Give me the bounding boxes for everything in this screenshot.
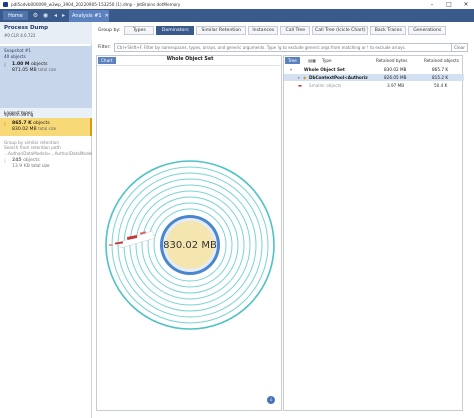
objects-set-icon: ⁞ [4, 62, 6, 69]
tab-close-icon[interactable]: ✕ [105, 13, 109, 19]
all-objects-metric[interactable]: ⁞ 1.00 M objects 871.05 MB total size [4, 62, 56, 73]
row-type: Whole Object Set [304, 67, 345, 72]
filter-input[interactable] [113, 42, 452, 52]
info-icon[interactable]: i [267, 396, 275, 404]
retention-group-text[interactable]: Group by similar retention Search from r… [4, 140, 95, 156]
objects-set-icon: ⁞ [4, 121, 6, 128]
snapshot-icon[interactable]: ◉ [41, 11, 50, 20]
home-button[interactable]: Home [3, 11, 28, 20]
small-segment-4[interactable] [109, 244, 113, 246]
dotmemory-app-icon [3, 2, 8, 7]
group-line-3: ...AuthoriDataModels»...AuthoriDataModel… [4, 150, 95, 156]
tree-header: ▤▦ Type Retained bytes Retained objects [284, 57, 464, 64]
tab-dominators[interactable]: Dominators [156, 25, 195, 35]
column-type-header[interactable]: Type [322, 58, 332, 63]
row-bytes: 3.97 MB [387, 83, 405, 88]
snapshot-subtitle: 40 objects [4, 54, 26, 59]
group-by-bar: Group by: Types Dominators Similar Reten… [98, 25, 448, 35]
top-toolbar: Home ⚙ ◉ ◂ ▸ Analysis #1 ✕ [0, 9, 474, 22]
process-dump-subtitle: #0 CLR 4.0.722 [4, 33, 36, 38]
tab-back-traces[interactable]: Back Traces [370, 25, 407, 35]
settings-gear-icon[interactable]: ⚙ [31, 11, 40, 20]
process-dump-header[interactable]: Process Dump #0 CLR 4.0.722 [0, 22, 92, 44]
m1-size: 871.05 MB [12, 68, 37, 73]
row-type: DbContextPool<Authoriz [309, 75, 368, 80]
largest-types-value: System.String [4, 112, 34, 117]
tab-similar-retention[interactable]: Similar Retention [196, 25, 247, 35]
smaller-objects-icon: ▬ [298, 83, 302, 88]
filter-bar: Filter: Clear [98, 42, 468, 52]
tab-generations[interactable]: Generations [408, 25, 447, 35]
m3-size-unit: total size [31, 163, 50, 168]
tab-analysis-label: Analysis #1 [72, 13, 102, 19]
main-content: Group by: Types Dominators Similar Reten… [92, 22, 474, 418]
column-retained-objects-header[interactable]: Retained objects [424, 58, 459, 63]
maximize-button[interactable]: □ [441, 0, 457, 9]
header-sort-icons[interactable]: ▤▦ [308, 58, 316, 63]
filter-label: Filter: [98, 44, 111, 50]
sunburst-chart-panel: Chart Whole Object Set 830.02 MB i [96, 55, 283, 411]
center-value-label: 830.02 MB [163, 240, 217, 251]
class-icon: ◆ [303, 75, 307, 80]
row-objects: 50.4 K [434, 83, 448, 88]
row-bytes: 830.02 MB [384, 67, 407, 72]
expand-chevron-icon[interactable]: ▾ [290, 67, 292, 72]
tab-call-tree-icicle[interactable]: Call Tree (Icicle Chart) [312, 25, 369, 35]
tab-call-tree[interactable]: Call Tree [280, 25, 311, 35]
tree-panel: Tree ▤▦ Type Retained bytes Retained obj… [283, 55, 464, 411]
chart-title: Whole Object Set [166, 57, 214, 62]
m2-size: 830.02 MB [12, 127, 37, 132]
row-type: Smaller objects [309, 83, 342, 88]
objects-set-icon: ⁞ [4, 158, 6, 165]
tree-row[interactable]: ▾ Whole Object Set 830.02 MB 865.7 K [284, 66, 464, 73]
column-retained-bytes-header[interactable]: Retained bytes [376, 58, 407, 63]
retention-objects-metric[interactable]: ⁞ 245 objects 13.9 KB total size [4, 158, 50, 169]
m3-size: 13.9 KB [12, 164, 30, 169]
tab-types[interactable]: Types [124, 25, 155, 35]
selected-objects-metric: ⁞ 865.7 K objects 830.02 MB total size [4, 121, 56, 132]
snapshot-title: Snapshot #1 [4, 48, 32, 53]
snapshot-block[interactable]: Snapshot #1 40 objects ⁞ 1.00 M objects … [0, 46, 92, 114]
m1-size-unit: total size [38, 67, 57, 72]
window-title: pdl5odvb000099_w3wp_3904_20220905-153250… [11, 2, 181, 7]
tab-analysis-1[interactable]: Analysis #1 ✕ [69, 10, 109, 22]
process-dump-title: Process Dump [4, 25, 49, 31]
tab-instances[interactable]: Instances [248, 25, 279, 35]
selected-metric[interactable]: ⁞ 865.7 K objects 830.02 MB total size [0, 118, 92, 136]
window-titlebar: pdl5odvb000099_w3wp_3904_20220905-153250… [0, 0, 474, 9]
tree-row-selected[interactable]: ▸ ◆ DbContextPool<Authoriz 826.05 MB 815… [284, 74, 464, 81]
group-by-label: Group by: [98, 27, 121, 33]
filter-clear-button[interactable]: Clear [452, 42, 468, 52]
row-bytes: 826.05 MB [384, 75, 407, 80]
minimize-button[interactable]: – [424, 0, 440, 9]
m2-size-unit: total size [38, 126, 57, 131]
tree-row[interactable]: ▬ Smaller objects 3.97 MB 50.4 K [284, 82, 464, 89]
sidebar: Process Dump #0 CLR 4.0.722 Snapshot #1 … [0, 22, 95, 418]
close-window-button[interactable]: ✕ [458, 0, 474, 9]
row-objects: 815.2 K [432, 75, 449, 80]
row-objects: 865.7 K [432, 67, 449, 72]
sunburst-chart[interactable]: 830.02 MB [97, 66, 283, 410]
expand-chevron-icon[interactable]: ▸ [298, 75, 300, 80]
forward-arrow-icon[interactable]: ▸ [59, 11, 68, 20]
